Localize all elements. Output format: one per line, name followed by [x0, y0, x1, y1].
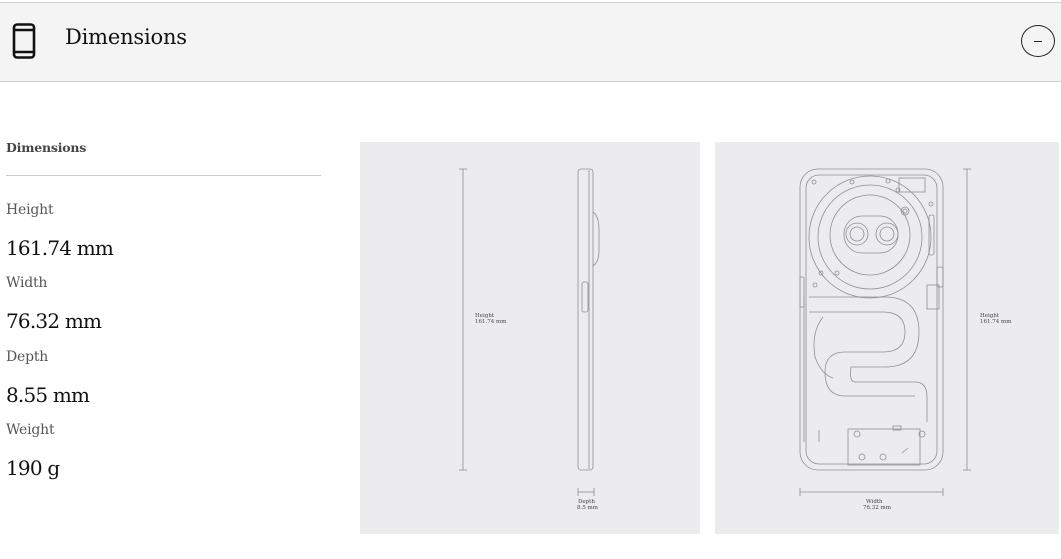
spec-heading: Dimensions: [6, 140, 87, 155]
height-value: 161.74 mm: [6, 236, 114, 260]
back-view-figure: Height 161.74 mm Width 76.32 mm: [715, 142, 1059, 534]
depth-dim-value: 8.5 mm: [577, 505, 598, 511]
back-height-value: 161.74 mm: [980, 319, 1012, 325]
phone-icon: [12, 23, 36, 59]
height-label: Height: [6, 202, 54, 218]
minus-icon: [1034, 40, 1042, 42]
weight-value: 190 g: [6, 456, 60, 480]
width-label: Width: [6, 275, 48, 291]
depth-value: 8.55 mm: [6, 383, 90, 407]
back-view-drawing: [799, 168, 971, 496]
side-profile-drawing: [459, 168, 600, 496]
spec-divider: [6, 175, 321, 176]
side-height-value: 161.74 mm: [475, 319, 507, 325]
spec-panel: Dimensions Height 161.74 mm Width 76.32 …: [6, 140, 321, 480]
weight-label: Weight: [6, 422, 55, 438]
depth-label: Depth: [6, 349, 49, 365]
section-title: Dimensions: [65, 25, 187, 49]
width-dim-value: 76.32 mm: [863, 505, 891, 511]
collapse-button[interactable]: [1021, 25, 1055, 57]
side-profile-figure: Height 161.74 mm Depth 8.5 mm: [360, 142, 700, 534]
section-header[interactable]: Dimensions: [0, 2, 1061, 82]
width-value: 76.32 mm: [6, 309, 102, 333]
